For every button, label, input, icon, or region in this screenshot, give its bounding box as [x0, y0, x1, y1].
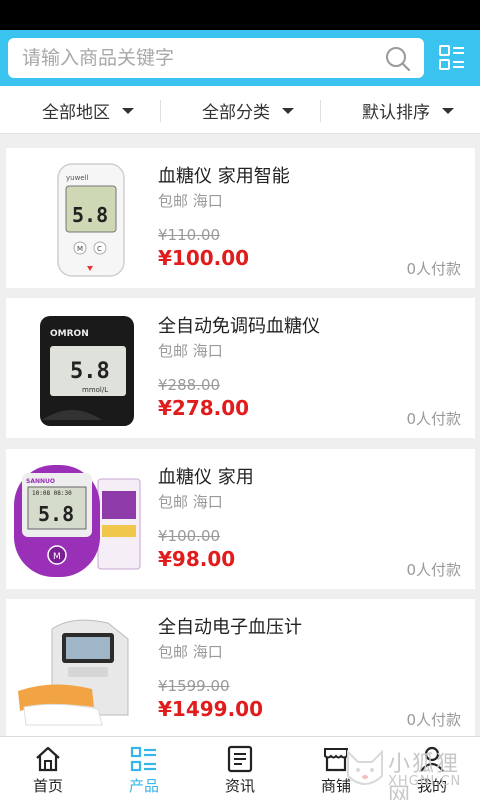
tab-products[interactable]: 产品 — [96, 737, 192, 800]
product-image-blood-pressure-monitor[interactable] — [12, 609, 142, 731]
meter-reading: 5.8 — [70, 359, 110, 384]
status-bar — [0, 0, 480, 30]
tab-news[interactable]: 资讯 — [192, 737, 288, 800]
meter-brand: yuwell — [66, 174, 89, 182]
product-price: ¥1499.00 — [158, 697, 264, 721]
filter-category[interactable]: 全部分类 — [202, 86, 294, 134]
filter-sort[interactable]: 默认排序 — [362, 86, 454, 134]
product-title[interactable]: 全自动免调码血糖仪 — [158, 312, 320, 338]
search-icon[interactable] — [384, 45, 412, 73]
meter-m-button: M — [53, 552, 61, 562]
product-shipping: 包邮 海口 — [158, 192, 223, 210]
product-paid-count: 0人付款 — [406, 711, 461, 729]
tab-home[interactable]: 首页 — [0, 737, 96, 800]
product-title[interactable]: 全自动电子血压计 — [158, 613, 302, 639]
product-image-glucose-meter-white[interactable]: yuwell 5.8 M C — [12, 158, 142, 280]
product-image-glucose-meter-black[interactable]: OMRON 5.8 mmol/L — [12, 308, 142, 430]
product-old-price: ¥100.00 — [158, 527, 221, 545]
meter-reading: 5.8 — [38, 502, 74, 526]
product-title[interactable]: 血糖仪 家用 — [158, 463, 254, 489]
news-icon — [227, 745, 253, 773]
filter-region[interactable]: 全部地区 — [42, 86, 134, 134]
filter-sort-label: 默认排序 — [362, 102, 430, 123]
product-shipping: 包邮 海口 — [158, 342, 223, 360]
home-icon — [36, 746, 60, 772]
chevron-down-icon — [282, 108, 294, 114]
category-menu-icon[interactable] — [438, 44, 466, 72]
product-title[interactable]: 血糖仪 家用智能 — [158, 162, 290, 188]
product-old-price: ¥110.00 — [158, 226, 221, 244]
product-paid-count: 0人付款 — [406, 561, 461, 579]
fox-logo-icon — [347, 749, 383, 785]
product-price: ¥278.00 — [158, 396, 250, 420]
meter-brand: SANNUO — [26, 478, 55, 485]
product-card[interactable]: OMRON 5.8 mmol/L 全自动免调码血糖仪 包邮 海口 ¥288.00… — [6, 298, 475, 438]
product-old-price: ¥288.00 — [158, 376, 221, 394]
filter-bar: 全部地区 全部分类 默认排序 — [0, 86, 480, 134]
tab-news-label: 资讯 — [224, 777, 255, 795]
meter-reading: 5.8 — [72, 203, 108, 227]
product-list-icon — [130, 746, 156, 772]
product-shipping: 包邮 海口 — [158, 643, 223, 661]
chevron-down-icon — [442, 108, 454, 114]
product-paid-count: 0人付款 — [406, 260, 461, 278]
product-card[interactable]: SANNUO 10:08 08:30 5.8 M 血糖仪 家用 包邮 海口 ¥1… — [6, 449, 475, 589]
filter-region-label: 全部地区 — [42, 102, 110, 123]
tab-products-label: 产品 — [128, 777, 159, 795]
product-old-price: ¥1599.00 — [158, 677, 230, 695]
product-image-glucose-meter-purple[interactable]: SANNUO 10:08 08:30 5.8 M — [12, 459, 142, 581]
filter-category-label: 全部分类 — [202, 102, 270, 123]
watermark-sub: XHGNI.CN — [388, 774, 462, 789]
divider — [320, 100, 321, 122]
divider — [160, 100, 161, 122]
product-paid-count: 0人付款 — [406, 410, 461, 428]
search-box[interactable] — [8, 38, 424, 78]
meter-c-button: C — [97, 245, 102, 253]
watermark-text: 小狐狸网 — [388, 752, 461, 800]
product-card[interactable]: 全自动电子血压计 包邮 海口 ¥1599.00 ¥1499.00 0人付款 — [6, 599, 475, 739]
meter-clock: 10:08 08:30 — [32, 490, 72, 497]
meter-m-button: M — [77, 245, 83, 253]
product-shipping: 包邮 海口 — [158, 493, 223, 511]
product-price: ¥100.00 — [158, 246, 250, 270]
product-card[interactable]: yuwell 5.8 M C 血糖仪 家用智能 包邮 海口 ¥110.00 ¥1… — [6, 148, 475, 288]
search-input[interactable] — [22, 38, 372, 78]
product-price: ¥98.00 — [158, 547, 236, 571]
chevron-down-icon — [122, 108, 134, 114]
meter-unit: mmol/L — [82, 386, 108, 394]
search-header — [0, 30, 480, 86]
meter-brand: OMRON — [50, 329, 89, 339]
tab-home-label: 首页 — [32, 777, 63, 795]
watermark: 小狐狸网 XHGNI.CN — [340, 742, 480, 800]
